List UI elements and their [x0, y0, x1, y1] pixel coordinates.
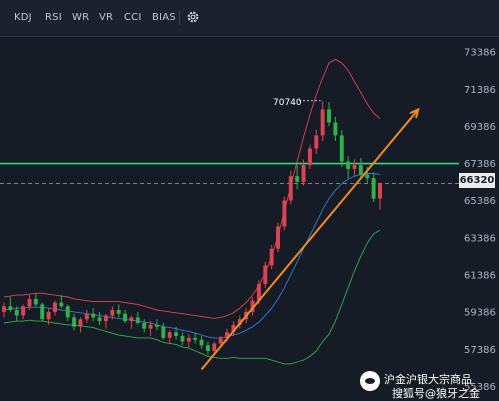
price-tick-label: 69386 — [464, 122, 496, 133]
gear-icon[interactable] — [186, 10, 200, 24]
candle-body — [72, 317, 77, 327]
indicator-toolbar: KDJ RSI WR VR CCI BIAS — [0, 0, 499, 37]
boll-upper-band — [3, 58, 381, 319]
price-tick-label: 73386 — [464, 48, 496, 59]
price-tick-label: 57386 — [464, 345, 496, 356]
candle-body — [276, 226, 281, 249]
candle-body — [84, 313, 89, 320]
candle-body — [174, 332, 179, 336]
candle-body — [193, 337, 198, 340]
price-chart[interactable]: 73386 71386 69386 67386 65386 63386 61386 59386… — [0, 0, 499, 401]
candle-body — [307, 148, 312, 166]
candle-body — [333, 122, 338, 136]
price-tick-label: 71386 — [464, 85, 496, 96]
candle-body — [352, 165, 357, 169]
candle-body — [180, 336, 185, 342]
brand-overlay: 沪金沪银大宗商品 搜狐号@狼牙之金 — [358, 369, 499, 401]
tab-rsi[interactable]: RSI — [45, 12, 62, 23]
toolbar-divider — [179, 11, 180, 25]
candle-body — [186, 337, 191, 342]
candle-body — [59, 302, 64, 307]
candle-body — [314, 135, 319, 149]
candle-body — [218, 337, 223, 344]
candle-body — [301, 165, 306, 182]
candle-body — [358, 165, 363, 175]
price-tick-label: 65386 — [464, 196, 496, 207]
tab-wr[interactable]: WR — [72, 12, 89, 23]
candle-body — [288, 176, 293, 201]
candle-body — [263, 265, 268, 284]
candle-body — [142, 323, 147, 329]
candle-body — [21, 306, 26, 316]
candle-body — [199, 339, 204, 346]
brand-source: 搜狐号@狼牙之金 — [392, 387, 480, 400]
high-annotation: 70740 — [273, 98, 302, 108]
candle-body — [46, 311, 51, 320]
current-price-label: 66320 — [459, 173, 495, 188]
candle-body — [205, 345, 210, 351]
candle-body — [378, 183, 382, 199]
candle-body — [2, 306, 6, 312]
candle-body — [161, 326, 166, 338]
candle-body — [346, 161, 351, 169]
candle-body — [212, 343, 217, 351]
price-tick-label: 61386 — [464, 270, 496, 281]
candle-body — [365, 174, 370, 179]
tab-vr[interactable]: VR — [99, 12, 113, 23]
candle-body — [339, 135, 344, 162]
price-tick-label: 67386 — [464, 159, 496, 170]
candle-body — [327, 109, 331, 123]
candle-body — [33, 298, 38, 305]
boll-lower-band — [3, 229, 381, 365]
price-tick-label: 59386 — [464, 308, 496, 319]
wechat-logo-icon — [360, 371, 380, 391]
candle-body — [129, 317, 134, 322]
candle-body — [110, 310, 115, 316]
candle-body — [53, 302, 57, 312]
candle-body — [123, 313, 128, 322]
candle-body — [14, 310, 19, 316]
candle-body — [91, 313, 96, 318]
candle-body — [8, 306, 13, 310]
candle-body — [167, 332, 172, 338]
candle-body — [40, 304, 45, 320]
candle-body — [27, 298, 32, 307]
candle-body — [78, 319, 83, 327]
tab-kdj[interactable]: KDJ — [14, 12, 32, 23]
candle-body — [65, 306, 70, 318]
candle-body — [269, 248, 274, 266]
boll-mid-band — [3, 173, 381, 339]
candle-body — [148, 324, 153, 329]
price-tick-label: 63386 — [464, 233, 496, 244]
candle-body — [320, 109, 325, 136]
candle-body — [103, 315, 108, 322]
candle-body — [135, 317, 140, 323]
tab-cci[interactable]: CCI — [124, 12, 142, 23]
chart-window: 73386 71386 69386 67386 65386 63386 61386 59386… — [0, 0, 499, 401]
candle-body — [282, 200, 287, 227]
candle-body — [371, 178, 376, 199]
candle-body — [295, 176, 300, 182]
candle-body — [154, 324, 159, 327]
tab-bias[interactable]: BIAS — [152, 12, 176, 23]
candle-body — [116, 310, 121, 314]
candle-body — [97, 317, 102, 322]
